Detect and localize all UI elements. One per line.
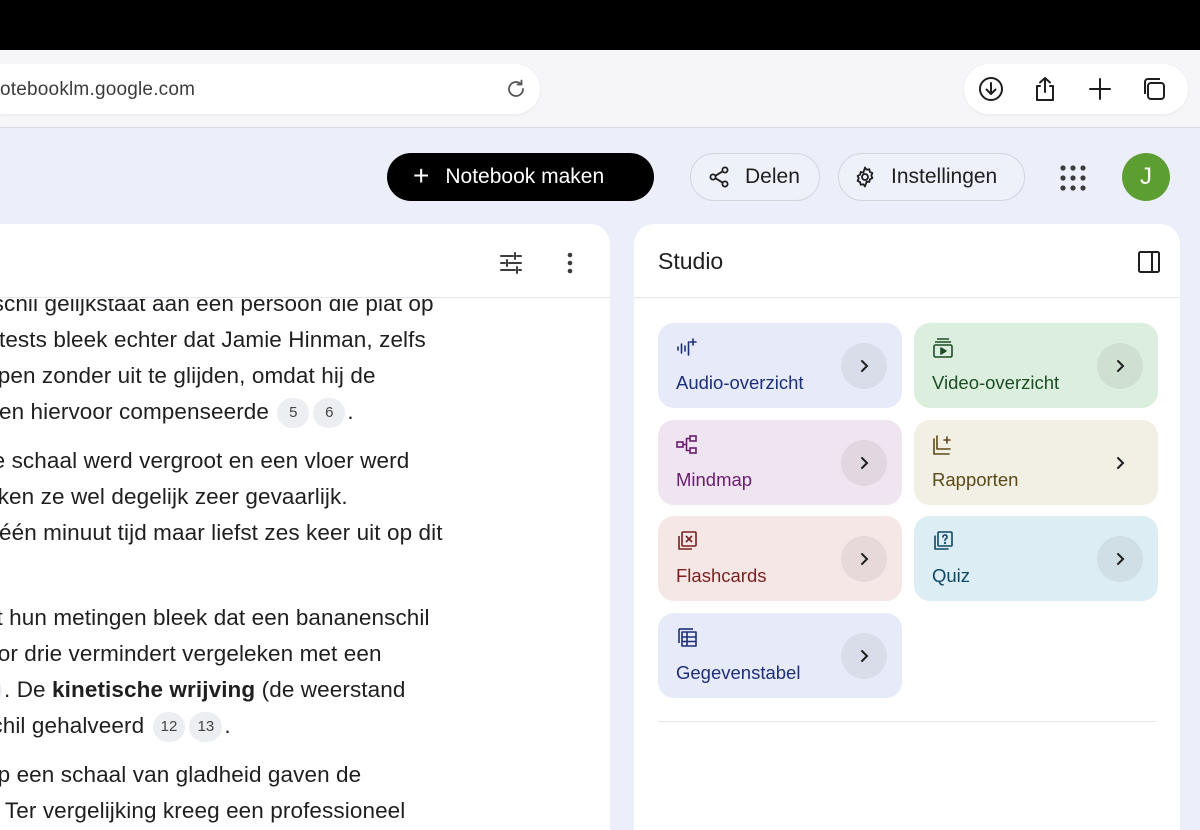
collapse-panel-icon[interactable] bbox=[1136, 249, 1162, 275]
studio-card-label: Audio-overzicht bbox=[676, 372, 804, 393]
divider bbox=[658, 721, 1156, 722]
open-card-button[interactable] bbox=[1097, 343, 1143, 389]
address-bar[interactable]: otebooklm.google.com bbox=[0, 64, 540, 114]
chat-line: de schaal werd vergroot en een vloer wer… bbox=[0, 448, 410, 473]
chat-line: schil gehalveerd 1213. bbox=[0, 708, 520, 744]
chat-line: 0. Ter vergelijking kreeg een profession… bbox=[0, 798, 406, 823]
studio-card-quiz[interactable]: Quiz bbox=[914, 516, 1158, 601]
apps-grid-icon[interactable] bbox=[1059, 164, 1087, 192]
browser-tools bbox=[964, 64, 1188, 114]
share-label: Delen bbox=[745, 165, 800, 188]
studio-card-flashcards[interactable]: Flashcards bbox=[658, 516, 902, 601]
mindmap-icon bbox=[676, 435, 697, 454]
reload-icon[interactable] bbox=[504, 77, 528, 101]
settings-label: Instellingen bbox=[891, 165, 998, 188]
top-status-bar bbox=[0, 0, 1200, 50]
studio-card-label: Rapporten bbox=[932, 469, 1019, 490]
studio-card-label: Quiz bbox=[932, 565, 971, 586]
studio-panel: Studio Audio-overzicht Video-overzicht M… bbox=[634, 224, 1180, 830]
chat-line: n één minuut tijd maar liefst zes keer u… bbox=[0, 520, 443, 545]
chat-line: leken ze wel degelijk zeer gevaarlijk. bbox=[0, 484, 348, 509]
chevron-right-icon bbox=[861, 650, 869, 662]
chat-line: Jit hun metingen bleek dat een bananensc… bbox=[0, 605, 430, 630]
chevron-right-icon bbox=[861, 457, 869, 469]
studio-header: Studio bbox=[634, 224, 1180, 298]
open-card-button[interactable] bbox=[1097, 536, 1143, 582]
flashcards-icon bbox=[678, 531, 697, 550]
avatar[interactable]: J bbox=[1122, 153, 1170, 201]
studio-card-mindmap[interactable]: Mindmap bbox=[658, 420, 902, 505]
chevron-right-icon bbox=[1117, 360, 1125, 372]
url-text: otebooklm.google.com bbox=[0, 79, 196, 100]
citation-chip[interactable]: 12 bbox=[152, 712, 186, 742]
chevron-right-icon bbox=[861, 553, 869, 565]
studio-card-video-overview[interactable]: Video-overzicht bbox=[914, 323, 1158, 408]
open-card-button[interactable] bbox=[841, 536, 887, 582]
chat-line: 11. De kinetische wrijving (de weerstand bbox=[0, 672, 520, 708]
open-card-button[interactable] bbox=[841, 633, 887, 679]
share-button[interactable]: Delen bbox=[690, 153, 820, 201]
studio-title: Studio bbox=[658, 248, 724, 274]
open-card-button[interactable] bbox=[1097, 440, 1143, 486]
tabs-overview-icon[interactable] bbox=[1140, 75, 1168, 103]
create-notebook-button[interactable]: + Notebook maken bbox=[387, 153, 654, 201]
chevron-right-icon bbox=[1117, 553, 1125, 565]
open-card-button[interactable] bbox=[841, 440, 887, 486]
gear-icon bbox=[856, 166, 874, 188]
citation-chip[interactable]: 11 bbox=[0, 676, 2, 706]
studio-card-label: Gegevenstabel bbox=[676, 662, 801, 683]
avatar-letter: J bbox=[1140, 163, 1152, 190]
download-icon[interactable] bbox=[977, 75, 1005, 103]
citation-chip[interactable]: 5 bbox=[277, 398, 310, 428]
data-table-icon bbox=[678, 628, 697, 647]
quiz-icon bbox=[934, 531, 953, 550]
chat-panel: nschil gelijkstaat aan een persoon die p… bbox=[0, 224, 610, 830]
chat-panel-header bbox=[0, 224, 610, 298]
chat-line-blank bbox=[0, 551, 520, 587]
tune-icon[interactable] bbox=[498, 250, 524, 276]
plus-icon: + bbox=[413, 159, 430, 191]
share-sheet-icon[interactable] bbox=[1031, 75, 1059, 103]
audio-waveform-icon bbox=[677, 338, 697, 356]
chat-line: ctor drie vermindert vergeleken met een bbox=[0, 641, 382, 666]
chat-response: nschil gelijkstaat aan een persoon die p… bbox=[0, 299, 520, 829]
settings-button[interactable]: Instellingen bbox=[838, 153, 1025, 201]
reports-icon bbox=[933, 435, 951, 455]
chat-line: Op een schaal van gladheid gaven de bbox=[0, 762, 362, 787]
browser-toolbar: otebooklm.google.com bbox=[0, 50, 1200, 128]
chat-line: e en hiervoor compenseerde 56. bbox=[0, 394, 520, 430]
more-vert-icon[interactable] bbox=[560, 250, 580, 276]
new-tab-icon[interactable] bbox=[1086, 75, 1114, 103]
create-notebook-label: Notebook maken bbox=[445, 165, 605, 188]
citation-chip[interactable]: 6 bbox=[313, 398, 346, 428]
studio-card-data-table[interactable]: Gegevenstabel bbox=[658, 613, 902, 698]
studio-card-label: Mindmap bbox=[676, 469, 753, 490]
studio-card-label: Flashcards bbox=[676, 565, 767, 586]
studio-card-label: Video-overzicht bbox=[932, 372, 1060, 393]
app-header: + Notebook maken Delen Instellingen J bbox=[0, 128, 1200, 224]
chat-line: n tests bleek echter dat Jamie Hinman, z… bbox=[0, 327, 426, 352]
chat-line: lopen zonder uit te glijden, omdat hij d… bbox=[0, 363, 376, 388]
studio-card-audio-overview[interactable]: Audio-overzicht bbox=[658, 323, 902, 408]
share-icon bbox=[709, 166, 729, 188]
open-card-button[interactable] bbox=[841, 343, 887, 389]
citation-chip[interactable]: 13 bbox=[189, 712, 223, 742]
chevron-right-icon bbox=[1117, 457, 1125, 469]
chevron-right-icon bbox=[861, 360, 869, 372]
chat-line: nschil gelijkstaat aan een persoon die p… bbox=[0, 299, 434, 316]
studio-card-reports[interactable]: Rapporten bbox=[914, 420, 1158, 505]
chat-message-area: nschil gelijkstaat aan een persoon die p… bbox=[0, 299, 610, 830]
video-icon bbox=[933, 338, 953, 358]
